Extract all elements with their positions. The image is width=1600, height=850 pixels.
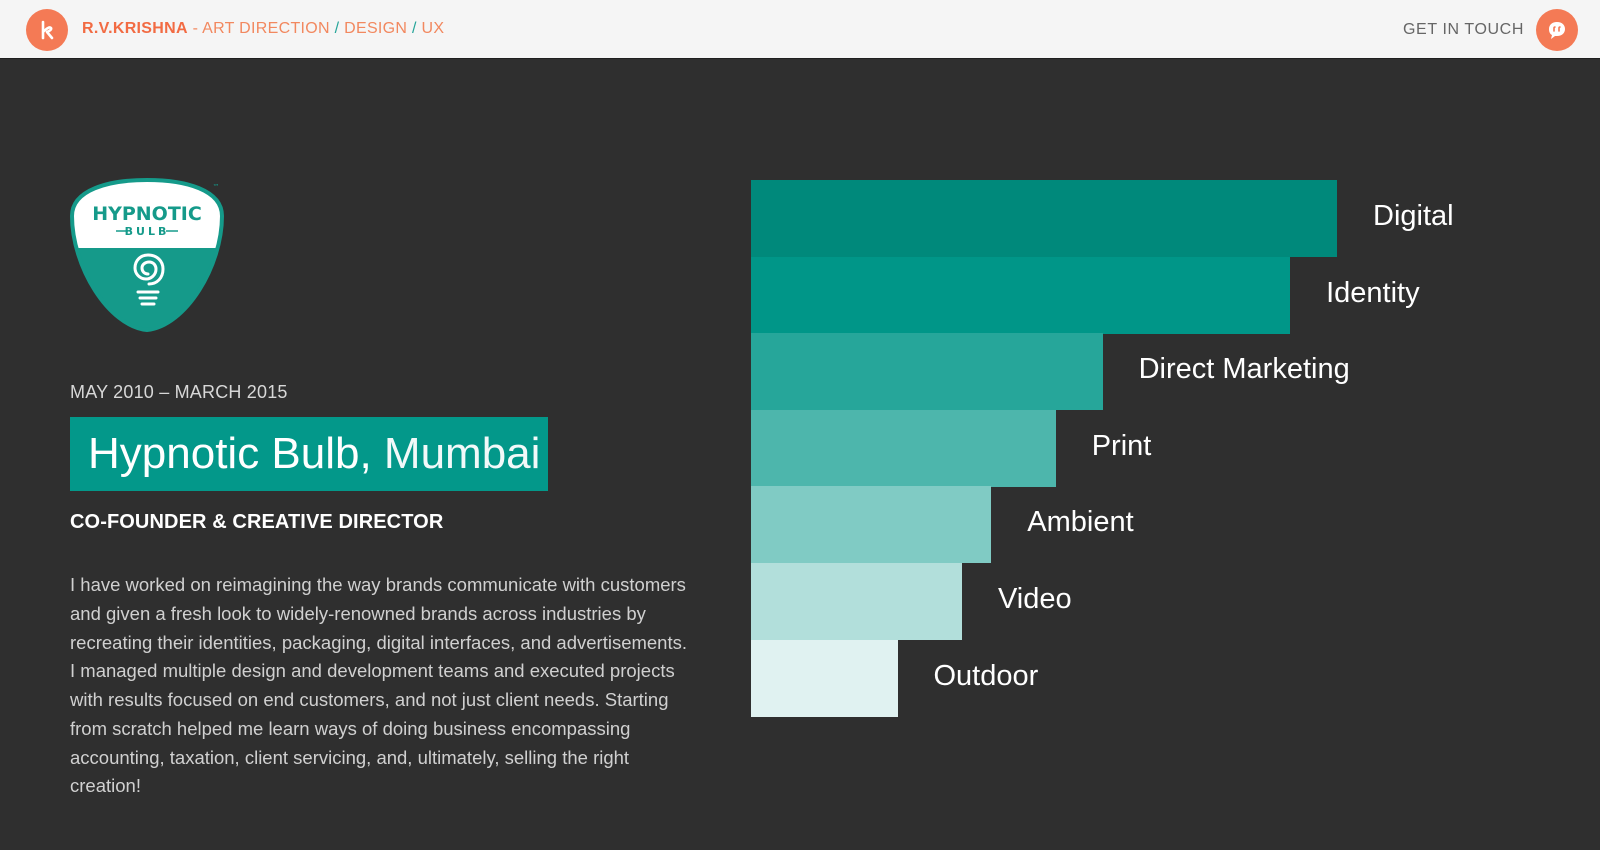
logo-word-hypnotic: HYPNOTIC: [92, 203, 202, 225]
k-logo-icon[interactable]: [26, 9, 68, 51]
chart-bar: [751, 486, 992, 564]
brand-name-link[interactable]: R.V.KRISHNA: [82, 20, 188, 37]
chart-bar-label: Outdoor: [933, 659, 1039, 692]
brand-dash: -: [187, 20, 203, 37]
chart-bar: [751, 639, 898, 717]
get-in-touch-link[interactable]: GET IN TOUCH: [1403, 21, 1524, 39]
chart-bar-label: Identity: [1326, 276, 1420, 309]
logo-word-bulb: BULB: [125, 225, 170, 238]
chat-bubble-icon: [1549, 22, 1565, 39]
chart-bar: [751, 256, 1291, 334]
nav-separator: /: [407, 20, 422, 37]
nav-art-direction[interactable]: ART DIRECTION: [202, 20, 330, 37]
company-title-box: Hypnotic Bulb, Mumbai: [70, 417, 548, 491]
nav-ux[interactable]: UX: [422, 20, 445, 37]
bio-paragraph: I have worked on reimagining the way bra…: [70, 574, 688, 797]
chart-bar-label: Print: [1091, 429, 1152, 462]
contact-button[interactable]: [1536, 9, 1578, 51]
company-city: Mumbai: [371, 429, 541, 478]
chart-bar: [751, 409, 1056, 487]
chart-bar: [751, 563, 962, 640]
nav-design[interactable]: DESIGN: [344, 20, 407, 37]
chart-bar: [751, 180, 1337, 257]
chart-bar-label: Direct Marketing: [1138, 353, 1350, 386]
services-bar-chart: Digital Identity Direct Marketing Print Ambi…: [751, 180, 1511, 720]
k-letter-icon: [41, 20, 54, 40]
top-navigation-bar: R.V.KRISHNA - ART DIRECTION / DESIGN / U…: [0, 0, 1600, 59]
chart-bar-label: Digital: [1373, 200, 1454, 232]
chart-bar-label: Ambient: [1027, 506, 1134, 539]
hypnotic-bulb-logo: HYPNOTIC BULB ™: [68, 176, 226, 334]
chart-bar: [751, 333, 1103, 411]
job-role: CO-FOUNDER & CREATIVE DIRECTOR: [70, 511, 444, 533]
logo-trademark: ™: [213, 183, 220, 191]
company-name: Hypnotic Bulb,: [88, 429, 372, 478]
employment-period: MAY 2010 – MARCH 2015: [70, 382, 288, 402]
nav-separator: /: [329, 20, 345, 37]
brand-breadcrumb: R.V.KRISHNA - ART DIRECTION / DESIGN / U…: [82, 20, 444, 38]
chart-bar-label: Video: [997, 583, 1072, 615]
